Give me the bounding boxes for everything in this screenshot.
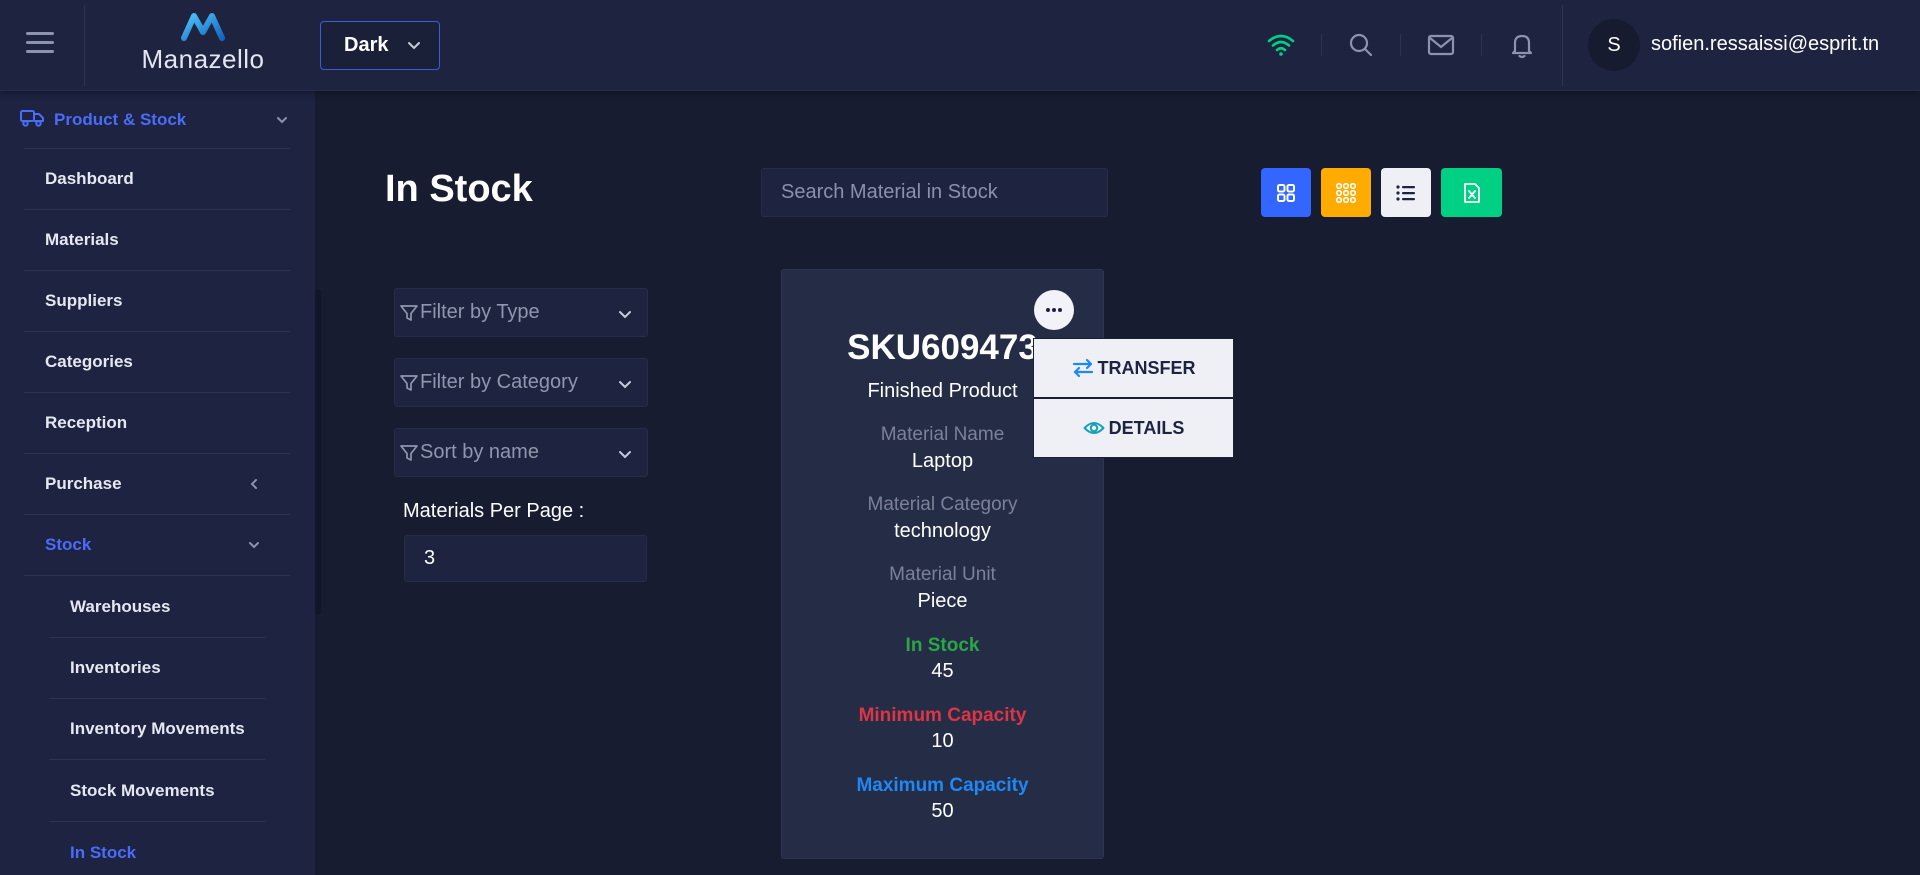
sidebar-section-product-stock[interactable]: Product & Stock	[20, 91, 290, 149]
sidebar-item-label: Stock	[45, 535, 92, 554]
material-unit-value: Piece	[917, 590, 968, 612]
chevron-down-icon	[277, 117, 287, 124]
apps-view-button[interactable]	[1321, 168, 1371, 217]
menu-toggle-button[interactable]	[26, 32, 58, 58]
eye-icon	[1083, 422, 1105, 434]
sort-by-name-label: Sort by name	[420, 441, 539, 463]
sidebar-subitem-warehouses[interactable]: Warehouses	[49, 577, 265, 638]
sidebar-item-suppliers[interactable]: Suppliers	[24, 271, 290, 332]
material-category-value: technology	[894, 520, 991, 542]
sidebar-item-materials[interactable]: Materials	[24, 210, 290, 271]
sidebar-item-label: Materials	[45, 230, 119, 249]
sidebar-subitem-in-stock[interactable]: In Stock	[49, 822, 265, 875]
grid-view-button[interactable]	[1261, 168, 1311, 217]
filter-by-type-label: Filter by Type	[420, 301, 540, 323]
theme-select[interactable]: Dark	[320, 21, 440, 70]
in-stock-value: 45	[931, 660, 954, 682]
sidebar-item-purchase[interactable]: Purchase	[24, 454, 290, 515]
bell-icon[interactable]	[1507, 30, 1537, 60]
top-bar: Manazello Dark S sofien.ressaissi@esprit…	[0, 0, 1920, 91]
sidebar-item-label: Purchase	[45, 474, 122, 493]
scrollbar-thumb[interactable]	[315, 289, 321, 615]
page-title: In Stock	[385, 168, 533, 210]
divider	[1400, 34, 1401, 56]
sort-by-name-select[interactable]: Sort by name	[394, 428, 648, 477]
export-excel-button[interactable]	[1441, 168, 1502, 217]
more-horizontal-icon	[1046, 308, 1062, 312]
filter-icon	[400, 374, 418, 391]
filter-by-category-select[interactable]: Filter by Category	[394, 358, 648, 407]
per-page-value: 3	[424, 547, 436, 569]
filter-icon	[400, 444, 418, 461]
per-page-input[interactable]: 3	[404, 535, 647, 582]
per-page-label: Materials Per Page :	[403, 500, 585, 522]
sidebar-subitem-inventories[interactable]: Inventories	[49, 638, 265, 699]
divider	[84, 5, 85, 86]
sidebar-subitem-stock-movements[interactable]: Stock Movements	[49, 761, 265, 822]
transfer-icon	[1072, 358, 1093, 378]
minimum-capacity-value: 10	[931, 730, 954, 752]
filter-icon	[400, 304, 418, 321]
divider	[1481, 34, 1482, 56]
excel-icon	[1463, 182, 1480, 203]
theme-select-value: Dark	[344, 34, 389, 56]
chevron-down-icon	[619, 381, 631, 389]
sidebar-item-label: Dashboard	[45, 169, 134, 188]
search-icon[interactable]	[1346, 30, 1376, 60]
avatar-initial: S	[1607, 33, 1621, 56]
filter-by-category-label: Filter by Category	[420, 371, 578, 393]
app-logo[interactable]: Manazello	[138, 12, 268, 76]
in-stock-label: In Stock	[905, 635, 980, 656]
sidebar-item-dashboard[interactable]: Dashboard	[24, 149, 290, 210]
chevron-down-icon	[408, 42, 420, 50]
chevron-left-icon	[250, 479, 257, 489]
sidebar-item-label: Categories	[45, 352, 133, 371]
minimum-capacity-label: Minimum Capacity	[858, 705, 1027, 726]
material-category-label: Material Category	[867, 494, 1018, 515]
card-menu-button[interactable]	[1034, 290, 1074, 330]
maximum-capacity-value: 50	[931, 800, 954, 822]
mail-icon[interactable]	[1426, 30, 1456, 60]
apps-icon	[1335, 182, 1357, 203]
sidebar-item-label: Inventories	[70, 658, 161, 677]
sidebar-item-label: Warehouses	[70, 597, 171, 616]
logo-text: Manazello	[141, 44, 265, 74]
transfer-label: TRANSFER	[1097, 357, 1196, 378]
transfer-menu-item[interactable]: TRANSFER	[1033, 338, 1234, 398]
sidebar-item-label: Inventory Movements	[70, 719, 245, 738]
chevron-down-icon	[619, 311, 631, 319]
sidebar-section-label: Product & Stock	[54, 109, 187, 129]
sidebar-subitem-inventory-movements[interactable]: Inventory Movements	[49, 699, 265, 760]
list-view-button[interactable]	[1381, 168, 1431, 217]
sidebar-item-label: Reception	[45, 413, 128, 432]
sidebar-item-stock[interactable]: Stock	[24, 515, 290, 576]
maximum-capacity-label: Maximum Capacity	[856, 775, 1029, 796]
sidebar-item-label: In Stock	[70, 842, 137, 862]
details-menu-item[interactable]: DETAILS	[1033, 398, 1234, 458]
sidebar-item-reception[interactable]: Reception	[24, 393, 290, 454]
list-icon	[1396, 184, 1415, 201]
divider	[1321, 34, 1322, 56]
chevron-down-icon	[619, 451, 631, 459]
avatar[interactable]: S	[1588, 19, 1640, 71]
filter-by-type-select[interactable]: Filter by Type	[394, 288, 648, 337]
truck-icon	[20, 110, 44, 127]
divider	[1562, 5, 1563, 86]
user-email[interactable]: sofien.ressaissi@esprit.tn	[1651, 33, 1879, 56]
search-input[interactable]	[761, 168, 1108, 217]
chevron-down-icon	[249, 542, 259, 549]
sidebar-scrollbar[interactable]	[315, 91, 321, 875]
wifi-icon[interactable]	[1266, 30, 1296, 60]
sidebar-item-categories[interactable]: Categories	[24, 332, 290, 393]
sidebar-item-label: Stock Movements	[70, 781, 215, 800]
logo-icon	[181, 13, 225, 41]
grid-icon	[1277, 183, 1295, 202]
material-unit-label: Material Unit	[889, 564, 996, 585]
details-label: DETAILS	[1108, 417, 1185, 438]
sidebar-item-label: Suppliers	[45, 291, 123, 310]
